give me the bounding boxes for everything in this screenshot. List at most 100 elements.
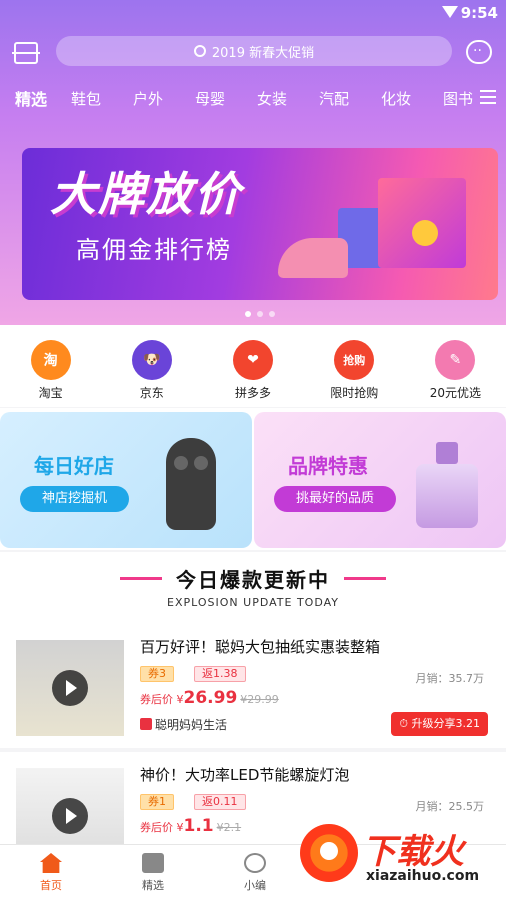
banner-pager bbox=[245, 311, 275, 317]
pager-dot bbox=[269, 311, 275, 317]
quick-link[interactable]: 🐶 京东 bbox=[101, 325, 202, 407]
play-icon[interactable] bbox=[52, 670, 88, 706]
daily-shop-card[interactable]: 每日好店 神店挖掘机 bbox=[0, 412, 252, 548]
category-tab[interactable]: 母婴 bbox=[186, 88, 234, 109]
status-time: 9:54 bbox=[460, 4, 498, 22]
promo-cards: 每日好店 神店挖掘机 品牌特惠 挑最好的品质 bbox=[0, 408, 506, 550]
taobao-icon: 淘 bbox=[30, 340, 71, 380]
header-area: 9:54 2019 新春大促销 精选 鞋包 户外 母婴 女装 汽配 化妆 图书 … bbox=[0, 0, 506, 325]
monthly-sales: 月销：25.5万 bbox=[415, 800, 485, 813]
price-value: 1.1 bbox=[183, 816, 214, 836]
brand-deal-card[interactable]: 品牌特惠 挑最好的品质 bbox=[254, 412, 506, 548]
home-icon bbox=[40, 853, 62, 873]
grid-icon bbox=[142, 853, 164, 873]
shop-name: 聪明妈妈生活 bbox=[140, 716, 227, 733]
shop-icon bbox=[140, 718, 152, 730]
tab-home[interactable]: 首页 bbox=[0, 845, 102, 900]
product-price: 券后价 ¥1.1 ¥2.1 bbox=[140, 816, 241, 836]
search-placeholder: 2019 新春大促销 bbox=[211, 45, 315, 61]
product-title: 百万好评！聪妈大包抽纸实惠装整箱 bbox=[140, 638, 381, 656]
pager-dot bbox=[245, 311, 251, 317]
quick-link-label: 拼多多 bbox=[235, 386, 272, 400]
daily-shop-button[interactable]: 神店挖掘机 bbox=[20, 486, 130, 512]
quick-links: 淘 淘宝 🐶 京东 ❤ 拼多多 抢购 限时抢购 ✎ 20元优选 bbox=[0, 325, 506, 407]
scan-icon[interactable] bbox=[12, 42, 40, 64]
category-tabs: 精选 鞋包 户外 母婴 女装 汽配 化妆 图书 bbox=[0, 84, 506, 112]
original-price: ¥29.99 bbox=[240, 693, 279, 706]
card-title: 每日好店 bbox=[34, 454, 114, 478]
product-title: 神价！大功率LED节能螺旋灯泡 bbox=[140, 766, 350, 784]
price-label: 券后价 ¥ bbox=[140, 693, 184, 706]
original-price: ¥2.1 bbox=[216, 821, 242, 834]
perfume-image bbox=[416, 442, 478, 528]
perfume-bottle bbox=[416, 464, 478, 528]
app-root: 9:54 2019 新春大促销 精选 鞋包 户外 母婴 女装 汽配 化妆 图书 … bbox=[0, 0, 506, 900]
tab-featured[interactable]: 精选 bbox=[102, 845, 204, 900]
banner-subtitle: 高佣金排行榜 bbox=[76, 236, 232, 264]
pager-dot bbox=[257, 311, 263, 317]
watermark: 下载火 xiazaihuo.com bbox=[300, 822, 502, 892]
promo-banner[interactable]: 大牌放价 高佣金排行榜 bbox=[22, 148, 498, 300]
search-bar[interactable]: 2019 新春大促销 bbox=[56, 36, 452, 66]
menu-icon[interactable] bbox=[480, 90, 496, 104]
monthly-sales: 月销：35.7万 bbox=[415, 672, 485, 685]
editor-icon bbox=[244, 853, 266, 873]
quick-link-label: 限时抢购 bbox=[330, 386, 379, 400]
status-bar: 9:54 bbox=[0, 0, 506, 26]
shoe-illustration bbox=[278, 238, 348, 278]
shop-label: 聪明妈妈生活 bbox=[155, 718, 228, 732]
category-tab[interactable]: 鞋包 bbox=[62, 88, 110, 109]
category-tab[interactable]: 化妆 bbox=[372, 88, 420, 109]
search-icon bbox=[193, 45, 206, 57]
tab-editor[interactable]: 小编 bbox=[204, 845, 306, 900]
divider bbox=[344, 577, 386, 580]
divider bbox=[120, 577, 162, 580]
quick-link-label: 淘宝 bbox=[38, 386, 63, 400]
section-subtitle: EXPLOSION UPDATE TODAY bbox=[167, 596, 339, 609]
quick-link[interactable]: ❤ 拼多多 bbox=[202, 325, 303, 407]
coupon-icon: ✎ bbox=[435, 340, 476, 380]
watermark-url: xiazaihuo.com bbox=[366, 868, 480, 884]
coupon-badge: 券1 bbox=[140, 794, 174, 810]
section-title: 今日爆款更新中 bbox=[176, 568, 330, 592]
share-button[interactable]: ⏱ 升级分享3.21 bbox=[391, 712, 488, 736]
coin-illustration bbox=[412, 220, 438, 246]
pinduoduo-icon: ❤ bbox=[233, 340, 273, 380]
rebate-badge: 返0.11 bbox=[194, 794, 246, 810]
quick-link[interactable]: 抢购 限时抢购 bbox=[304, 325, 405, 407]
banner-title: 大牌放价 bbox=[50, 167, 242, 221]
tab-label: 精选 bbox=[142, 879, 164, 892]
tab-label: 首页 bbox=[40, 879, 62, 892]
jd-icon: 🐶 bbox=[131, 340, 172, 380]
quick-link-label: 京东 bbox=[139, 386, 164, 400]
play-icon[interactable] bbox=[52, 798, 88, 834]
category-tab[interactable]: 户外 bbox=[124, 88, 172, 109]
share-label: 升级分享3.21 bbox=[411, 717, 481, 730]
category-tab[interactable]: 汽配 bbox=[310, 88, 358, 109]
quick-link[interactable]: 淘 淘宝 bbox=[0, 325, 101, 407]
brand-deal-button[interactable]: 挑最好的品质 bbox=[274, 486, 397, 512]
quick-link[interactable]: ✎ 20元优选 bbox=[405, 325, 506, 407]
wifi-icon bbox=[442, 6, 458, 18]
card-title: 品牌特惠 bbox=[288, 454, 368, 478]
category-tab[interactable]: 图书 bbox=[434, 88, 482, 109]
product-card[interactable]: 百万好评！聪妈大包抽纸实惠装整箱 券3 返1.38 月销：35.7万 券后价 ¥… bbox=[0, 624, 506, 748]
rebate-badge: 返1.38 bbox=[194, 666, 246, 682]
coupon-badge: 券3 bbox=[140, 666, 174, 682]
section-header: 今日爆款更新中 EXPLOSION UPDATE TODAY bbox=[0, 552, 506, 624]
product-price: 券后价 ¥26.99 ¥29.99 bbox=[140, 688, 279, 708]
share-icon: ⏱ bbox=[399, 717, 412, 730]
price-value: 26.99 bbox=[183, 688, 238, 708]
category-tab[interactable]: 女装 bbox=[248, 88, 296, 109]
message-icon[interactable] bbox=[466, 40, 492, 64]
category-tab[interactable]: 精选 bbox=[14, 86, 48, 110]
flash-sale-icon: 抢购 bbox=[334, 340, 375, 380]
tab-label: 小编 bbox=[244, 879, 266, 892]
perfume-cap bbox=[436, 442, 458, 464]
product-image bbox=[16, 640, 124, 736]
owl-vase-image bbox=[166, 438, 216, 530]
watermark-text: 下载火 bbox=[362, 832, 464, 872]
quick-link-label: 20元优选 bbox=[429, 386, 482, 400]
price-label: 券后价 ¥ bbox=[140, 821, 184, 834]
fire-logo-icon bbox=[300, 824, 358, 882]
